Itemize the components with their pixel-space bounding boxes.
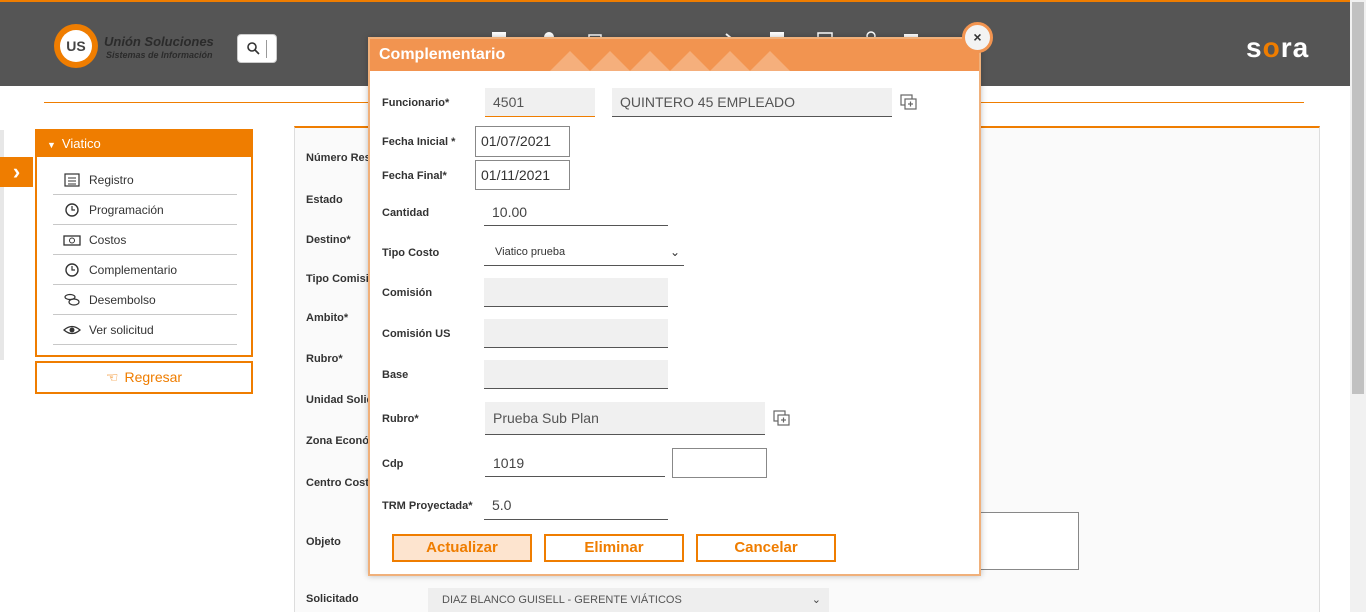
- trm-input[interactable]: 5.0: [484, 492, 668, 520]
- viatico-menu-title: Viatico: [61, 136, 101, 151]
- viatico-menu-header[interactable]: ▼ Viatico: [37, 131, 251, 157]
- company-logo[interactable]: US Unión Soluciones Sistemas de Informac…: [54, 24, 224, 70]
- cancelar-button[interactable]: Cancelar: [696, 534, 836, 562]
- page-scrollbar[interactable]: [1350, 0, 1366, 612]
- comision-us-field[interactable]: [484, 319, 668, 348]
- bg-label-ambito: Ambito*: [306, 312, 349, 324]
- back-hand-icon: ☜: [105, 369, 119, 385]
- logo-name: Unión Soluciones: [104, 34, 214, 49]
- bg-label-tipo-comision: Tipo Comisi: [306, 273, 369, 285]
- coins-icon: [64, 293, 80, 306]
- tipo-costo-value: Viatico prueba: [495, 246, 566, 258]
- bg-label-unidad: Unidad Solic: [306, 394, 373, 406]
- fecha-final-input[interactable]: 01/11/2021: [475, 160, 570, 190]
- brand-part-2: o: [1262, 32, 1281, 63]
- menu-item-costos[interactable]: Costos: [53, 225, 237, 255]
- menu-item-label: Programación: [89, 203, 164, 217]
- regresar-button[interactable]: ☜ Regresar: [35, 361, 253, 394]
- modal-close-button[interactable]: ×: [962, 22, 993, 53]
- funcionario-name-field[interactable]: QUINTERO 45 EMPLEADO: [612, 88, 892, 117]
- chevron-down-icon: ⌄: [669, 245, 680, 259]
- brand-part-1: s: [1246, 32, 1263, 63]
- modal-header: Complementario: [370, 39, 979, 71]
- fecha-final-label: Fecha Final*: [382, 170, 447, 182]
- bg-label-numero: Número Res: [306, 152, 371, 164]
- bg-label-centro: Centro Cost: [306, 477, 369, 489]
- menu-item-label: Ver solicitud: [89, 323, 154, 337]
- funcionario-code-field[interactable]: 4501: [485, 88, 595, 117]
- money-icon: [63, 235, 81, 246]
- menu-item-complementario[interactable]: Complementario: [53, 255, 237, 285]
- complementario-modal: Complementario: [368, 37, 981, 576]
- regresar-label: Regresar: [124, 369, 183, 385]
- bg-label-objeto: Objeto: [306, 536, 341, 548]
- clock-icon: [65, 203, 79, 217]
- chevron-down-icon: ⌄: [811, 594, 821, 606]
- fecha-inicial-input[interactable]: 01/07/2021: [475, 126, 570, 157]
- sora-brand: sora: [1246, 32, 1309, 64]
- modal-title: Complementario: [379, 46, 506, 63]
- close-icon: ×: [973, 29, 982, 45]
- menu-item-programacion[interactable]: Programación: [53, 195, 237, 225]
- tipo-costo-label: Tipo Costo: [382, 247, 440, 259]
- cdp-extra-input[interactable]: [672, 448, 767, 478]
- rubro-field[interactable]: Prueba Sub Plan: [485, 402, 765, 435]
- tipo-costo-select[interactable]: Viatico prueba ⌄: [484, 239, 684, 266]
- search-separator: [266, 40, 267, 58]
- cantidad-input[interactable]: 10.00: [484, 199, 668, 226]
- logo-mark-text: US: [60, 30, 92, 62]
- cdp-label: Cdp: [382, 458, 404, 470]
- bg-label-destino: Destino*: [306, 234, 351, 246]
- sidebar-toggle-button[interactable]: ›: [0, 157, 33, 187]
- menu-item-desembolso[interactable]: Desembolso: [53, 285, 237, 315]
- base-field[interactable]: [484, 360, 668, 389]
- header-pattern: [550, 51, 790, 71]
- comision-us-label: Comisión US: [382, 328, 451, 340]
- scrollbar-thumb[interactable]: [1352, 2, 1364, 394]
- brand-part-3: ra: [1280, 32, 1310, 63]
- menu-item-label: Desembolso: [89, 293, 156, 307]
- cantidad-label: Cantidad: [382, 207, 430, 219]
- search-icon: [247, 42, 260, 55]
- actualizar-button[interactable]: Actualizar: [392, 534, 532, 562]
- comision-field[interactable]: [484, 278, 668, 307]
- clock-icon: [65, 263, 79, 277]
- menu-item-label: Complementario: [89, 263, 178, 277]
- logo-mark: US: [54, 24, 98, 68]
- menu-item-ver-solicitud[interactable]: Ver solicitud: [53, 315, 237, 345]
- solicitado-value: DIAZ BLANCO GUISELL - GERENTE VIÁTICOS: [442, 594, 682, 606]
- bg-label-rubro: Rubro*: [306, 353, 343, 365]
- bg-label-estado: Estado: [306, 194, 343, 206]
- base-label: Base: [382, 369, 409, 381]
- solicitado-select[interactable]: DIAZ BLANCO GUISELL - GERENTE VIÁTICOS ⌄: [428, 588, 829, 612]
- bg-label-solicitado: Solicitado: [306, 593, 359, 605]
- eye-icon: [63, 325, 81, 335]
- chevron-right-icon: ›: [12, 159, 21, 184]
- funcionario-label: Funcionario*: [382, 97, 450, 109]
- cdp-input[interactable]: 1019: [485, 450, 665, 477]
- lookup-add-icon[interactable]: [900, 94, 918, 110]
- menu-item-label: Costos: [89, 233, 127, 247]
- menu-item-label: Registro: [89, 173, 134, 187]
- lookup-add-icon[interactable]: [773, 410, 791, 426]
- trm-label: TRM Proyectada*: [382, 500, 473, 512]
- menu-item-registro[interactable]: Registro: [53, 165, 237, 195]
- caret-down-icon: ▼: [47, 139, 56, 150]
- fecha-inicial-label: Fecha Inicial *: [382, 136, 456, 148]
- viatico-menu-panel: ▼ Viatico Registro Programación Costos Co…: [35, 129, 253, 357]
- logo-subtitle: Sistemas de Información: [106, 50, 213, 60]
- search-button[interactable]: [237, 34, 277, 63]
- comision-label: Comisión: [382, 287, 433, 299]
- rubro-label: Rubro*: [382, 413, 419, 425]
- list-icon: [64, 173, 80, 187]
- eliminar-button[interactable]: Eliminar: [544, 534, 684, 562]
- objeto-textarea[interactable]: [980, 512, 1079, 570]
